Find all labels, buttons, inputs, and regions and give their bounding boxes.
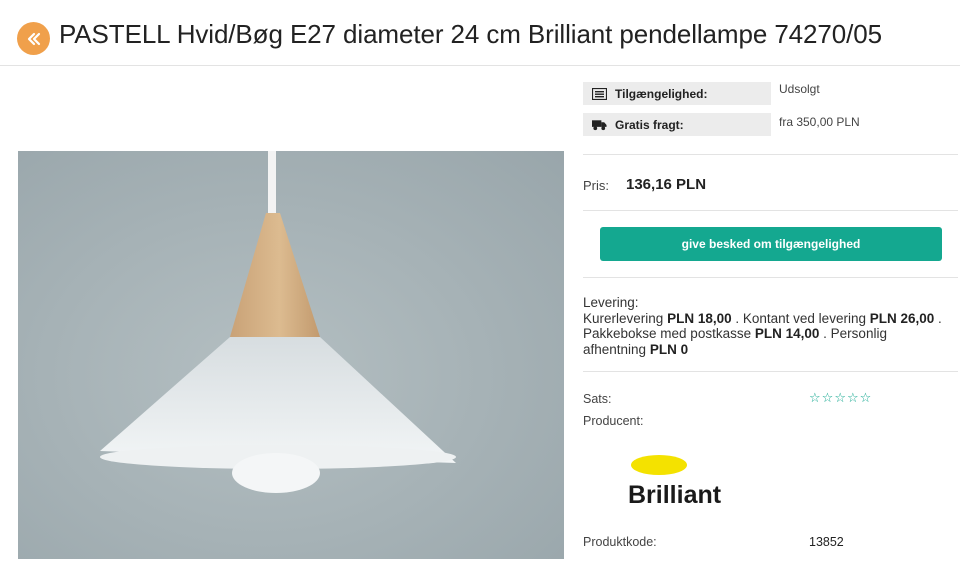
product-image[interactable] [18, 151, 564, 559]
courier-price: PLN 18,00 [667, 310, 732, 326]
star-icon[interactable]: ☆ [822, 391, 834, 404]
availability-value: Udsolgt [779, 82, 820, 96]
divider [583, 210, 958, 211]
cod-price: PLN 26,00 [869, 310, 935, 326]
shipping-label: Gratis fragt: [615, 117, 684, 132]
svg-text:Brilliant: Brilliant [628, 481, 722, 509]
availability-label: Tilgængelighed: [615, 86, 708, 101]
price-value: 136,16 PLN [626, 176, 707, 193]
chevrons-left-icon [27, 32, 40, 45]
page-title: PASTELL Hvid/Bøg E27 diameter 24 cm Bril… [59, 19, 882, 49]
truck-icon [592, 118, 607, 131]
brilliant-logo[interactable]: Brilliant [628, 454, 738, 510]
delivery-title: Levering: [583, 295, 639, 310]
star-icon[interactable]: ☆ [809, 391, 821, 404]
back-button[interactable] [17, 22, 50, 55]
star-icon[interactable]: ☆ [860, 391, 872, 404]
star-icon[interactable]: ☆ [834, 391, 846, 404]
rating-label: Sats: [583, 392, 612, 406]
pickup-price: PLN 0 [649, 341, 689, 357]
cod-label: . Kontant ved levering [735, 310, 866, 326]
shipping-row: Gratis fragt: [583, 113, 771, 136]
divider [583, 371, 958, 372]
page-header: PASTELL Hvid/Bøg E27 diameter 24 cm Bril… [0, 0, 960, 66]
divider [583, 154, 958, 155]
producer-label: Producent: [583, 414, 644, 428]
divider [583, 277, 958, 278]
courier-label: Kurerlevering [583, 310, 664, 326]
list-icon [592, 87, 607, 100]
availability-row: Tilgængelighed: [583, 82, 771, 105]
price-label: Pris: [583, 178, 609, 193]
shipping-value: fra 350,00 PLN [779, 115, 860, 129]
rating-stars[interactable]: ☆ ☆ ☆ ☆ ☆ [809, 391, 871, 404]
delivery-info: Levering: Kurerlevering PLN 18,00 . Kont… [583, 295, 953, 357]
notify-availability-button[interactable]: give besked om tilgængelighed [600, 227, 942, 261]
product-code-value: 13852 [809, 535, 844, 549]
product-code-label: Produktkode: [583, 535, 657, 549]
star-icon[interactable]: ☆ [847, 391, 859, 404]
locker-price: PLN 14,00 [754, 326, 820, 341]
